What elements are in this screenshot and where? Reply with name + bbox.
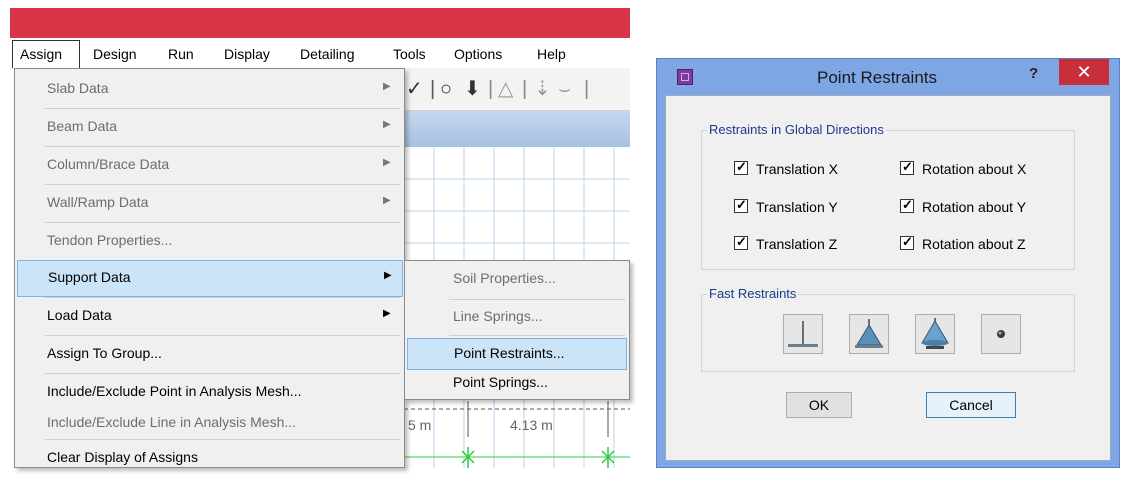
app-title-bar [10,8,630,38]
toolbar-separator: | [584,78,590,100]
menu-item-label: Column/Brace Data [47,156,170,172]
submenu-arrow-icon: ▶ [383,195,391,206]
menu-item-include-exclude-line[interactable]: Include/Exclude Line in Analysis Mesh... [17,405,403,442]
menu-item-wall-ramp-data[interactable]: Wall/Ramp Data ▶ [17,185,403,222]
spring-icon[interactable]: ⌣ [558,78,571,100]
menu-separator [449,335,625,336]
toolbar-separator: | [522,78,528,100]
circle-icon[interactable]: ○ [440,78,452,100]
menu-item-beam-data[interactable]: Beam Data ▶ [17,109,403,146]
restraints-group-title: Restraints in Global Directions [707,122,886,137]
menu-item-assign-to-group[interactable]: Assign To Group... [17,336,403,373]
menu-item-clear-display[interactable]: Clear Display of Assigns [17,440,403,477]
menu-design[interactable]: Design [93,45,137,63]
submenu-arrow-icon: ▶ [383,81,391,92]
menu-item-label: Tendon Properties... [47,232,173,248]
checkbox-label: Rotation about Y [922,199,1027,215]
checkbox-checked-icon [900,234,914,250]
menu-item-label: Beam Data [47,118,118,134]
menu-detailing[interactable]: Detailing [300,45,354,63]
close-button[interactable]: ✕ [1059,59,1109,85]
menu-item-label: Soil Properties... [453,270,556,286]
menu-item-label: Clear Display of Assigns [47,449,198,465]
checkbox-label: Rotation about X [922,161,1027,177]
fixed-cone-support-button[interactable] [915,314,955,354]
dimension-label: 5 m [408,417,432,433]
point-load-icon[interactable]: ⇣ [534,78,551,100]
pinned-support-button[interactable] [849,314,889,354]
menu-help[interactable]: Help [537,45,566,63]
menu-item-label: Assign To Group... [47,345,162,361]
menu-item-label: Slab Data [47,80,109,96]
free-joint-icon [997,330,1005,338]
submenu-item-soil-properties[interactable]: Soil Properties... [407,263,627,295]
checkbox-checked-icon [734,159,748,175]
submenu-arrow-icon: ▶ [383,119,391,130]
menu-item-label: Line Springs... [453,308,543,324]
triangle-support-icon[interactable]: △ [498,78,513,100]
menu-tools[interactable]: Tools [393,45,426,63]
checkbox-label: Rotation about Z [922,236,1026,252]
fixed-cone-support-icon [921,318,949,349]
etabs-app-window: Assign Design Run Display Detailing Tool… [0,0,640,468]
submenu-item-line-springs[interactable]: Line Springs... [407,301,627,333]
submenu-arrow-icon: ▶ [384,270,392,281]
submenu-item-point-springs[interactable]: Point Springs... [407,367,627,399]
support-data-submenu: Soil Properties... Line Springs... Point… [404,260,630,400]
toolbar-separator: | [488,78,494,100]
assign-dropdown-menu: Slab Data ▶ Beam Data ▶ Column/Brace Dat… [14,68,405,468]
free-joint-button[interactable] [981,314,1021,354]
fixed-support-button[interactable] [783,314,823,354]
submenu-arrow-icon: ▶ [383,308,391,319]
dialog-title-bar[interactable]: Point Restraints ? ✕ [657,59,1119,95]
checkbox-checked-icon [900,159,914,175]
ok-button[interactable]: OK [786,392,852,418]
menu-separator [449,299,625,300]
fixed-support-icon [788,321,818,347]
menu-run[interactable]: Run [168,45,194,63]
view-title-bar [404,111,630,147]
close-icon: ✕ [1076,62,1092,82]
help-button[interactable]: ? [1029,65,1038,82]
dialog-body: Restraints in Global Directions Translat… [665,95,1111,461]
menu-item-label: Point Restraints... [454,345,565,361]
checkbox-label: Translation Z [756,236,838,252]
menu-bar: Assign Design Run Display Detailing Tool… [10,38,630,69]
menu-item-label: Include/Exclude Line in Analysis Mesh... [47,414,297,430]
menu-item-slab-data[interactable]: Slab Data ▶ [17,71,403,108]
submenu-arrow-icon: ▶ [383,157,391,168]
checkbox-checked-icon [900,197,914,213]
menu-item-load-data[interactable]: Load Data ▶ [17,298,403,335]
restraints-group: Restraints in Global Directions Translat… [701,122,1075,270]
menu-item-support-data[interactable]: Support Data ▶ [17,260,403,297]
menu-assign[interactable]: Assign [20,45,62,63]
check-icon[interactable]: ✓ [406,78,423,100]
toolbar: ✓ | ○ ⬇ | △ | ⇣ ⌣ | [404,68,630,111]
menu-item-label: Wall/Ramp Data [47,194,149,210]
menu-item-label: Include/Exclude Point in Analysis Mesh..… [47,383,302,399]
menu-item-column-brace-data[interactable]: Column/Brace Data ▶ [17,147,403,184]
load-arrow-icon[interactable]: ⬇ [464,78,481,100]
fast-restraints-group-title: Fast Restraints [707,286,799,301]
pinned-support-icon [855,319,883,348]
checkbox-checked-icon [734,234,748,250]
toolbar-separator: | [430,78,436,100]
menu-item-label: Point Springs... [453,374,548,390]
menu-item-tendon-properties[interactable]: Tendon Properties... [17,223,403,260]
cancel-button[interactable]: Cancel [926,392,1016,418]
submenu-item-point-restraints[interactable]: Point Restraints... [407,338,627,370]
menu-item-label: Support Data [48,269,131,285]
dimension-label: 4.13 m [510,417,553,433]
checkbox-label: Translation X [756,161,838,177]
menu-item-label: Load Data [47,307,112,323]
checkbox-label: Translation Y [756,199,838,215]
menu-display[interactable]: Display [224,45,270,63]
menu-options[interactable]: Options [454,45,502,63]
point-restraints-dialog: Point Restraints ? ✕ Restraints in Globa… [656,58,1120,468]
checkbox-checked-icon [734,197,748,213]
